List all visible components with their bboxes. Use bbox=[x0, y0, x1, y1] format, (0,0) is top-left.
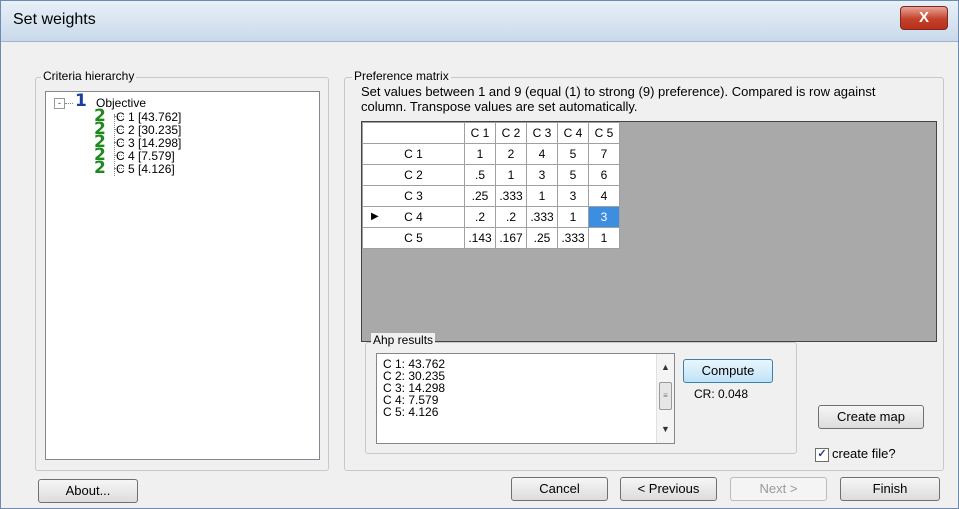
row-header-label: C 4 bbox=[404, 210, 423, 224]
matrix-cell[interactable]: 5 bbox=[557, 164, 589, 186]
matrix-cell[interactable]: 1 bbox=[464, 143, 496, 165]
scroll-up-icon[interactable]: ▲ bbox=[661, 362, 670, 372]
column-header-c4[interactable]: C 4 bbox=[557, 122, 589, 144]
matrix-cell[interactable]: 1 bbox=[588, 227, 620, 249]
create-file-checkbox[interactable]: ✓ bbox=[815, 448, 829, 462]
tree-connector bbox=[65, 103, 73, 104]
matrix-cell[interactable]: .333 bbox=[526, 206, 558, 228]
level-2-icon: 2 bbox=[94, 158, 106, 178]
matrix-cell[interactable]: 4 bbox=[526, 143, 558, 165]
row-header-c2[interactable]: C 2 bbox=[362, 164, 465, 186]
matrix-row-c4: ▶ C 4 .2 .2 .333 1 3 bbox=[362, 206, 620, 228]
matrix-cell[interactable]: 7 bbox=[588, 143, 620, 165]
current-row-icon: ▶ bbox=[371, 211, 379, 222]
matrix-cell[interactable]: .143 bbox=[464, 227, 496, 249]
column-header-c3[interactable]: C 3 bbox=[526, 122, 558, 144]
column-header-c5[interactable]: C 5 bbox=[588, 122, 620, 144]
matrix-cell[interactable]: .25 bbox=[464, 185, 496, 207]
matrix-cell[interactable]: .167 bbox=[495, 227, 527, 249]
matrix-cell-selected[interactable]: 3 bbox=[588, 206, 620, 228]
create-file-label: create file? bbox=[832, 446, 896, 461]
preference-description: Set values between 1 and 9 (equal (1) to… bbox=[361, 84, 876, 114]
matrix-cell[interactable]: .5 bbox=[464, 164, 496, 186]
compute-button[interactable]: Compute bbox=[683, 359, 773, 383]
create-map-button[interactable]: Create map bbox=[818, 405, 924, 429]
tree-node-label: C 1 [43.762] bbox=[116, 110, 182, 124]
ahp-results-lines: C 1: 43.762 C 2: 30.235 C 3: 14.298 C 4:… bbox=[383, 358, 445, 418]
consistency-ratio: CR: 0.048 bbox=[694, 387, 749, 401]
row-header-c4[interactable]: ▶ C 4 bbox=[362, 206, 465, 228]
scroll-thumb[interactable]: ≡ bbox=[659, 382, 672, 410]
matrix-row-c3: C 3 .25 .333 1 3 4 bbox=[362, 185, 620, 207]
criteria-tree[interactable]: - 1 Objective 2 C 1 [43.762] 2 C 2 [30.2… bbox=[45, 91, 320, 460]
tree-node-label: C 3 [14.298] bbox=[116, 136, 182, 150]
column-header-c1[interactable]: C 1 bbox=[464, 122, 496, 144]
tree-node-label: C 2 [30.235] bbox=[116, 123, 182, 137]
cancel-button[interactable]: Cancel bbox=[511, 477, 608, 501]
set-weights-dialog: Set weights X Criteria hierarchy - 1 Obj… bbox=[0, 0, 959, 509]
matrix-cell[interactable]: 6 bbox=[588, 164, 620, 186]
matrix-cell[interactable]: 2 bbox=[495, 143, 527, 165]
matrix-cell[interactable]: .25 bbox=[526, 227, 558, 249]
matrix-row-c1: C 1 1 2 4 5 7 bbox=[362, 143, 620, 165]
next-button[interactable]: Next > bbox=[730, 477, 827, 501]
tree-node-label: C 5 [4.126] bbox=[116, 162, 175, 176]
tree-node-label: C 4 [7.579] bbox=[116, 149, 175, 163]
results-scrollbar[interactable]: ▲ ≡ ▼ bbox=[656, 354, 674, 443]
matrix-cell[interactable]: 1 bbox=[526, 185, 558, 207]
row-header-c3[interactable]: C 3 bbox=[362, 185, 465, 207]
row-header-c1[interactable]: C 1 bbox=[362, 143, 465, 165]
preference-matrix-grid[interactable]: C 1 C 2 C 3 C 4 C 5 C 1 1 2 4 5 7 C 2 .5… bbox=[361, 121, 937, 342]
previous-button[interactable]: < Previous bbox=[620, 477, 717, 501]
collapse-icon[interactable]: - bbox=[54, 98, 65, 109]
criteria-hierarchy-label: Criteria hierarchy bbox=[41, 69, 137, 83]
about-button[interactable]: About... bbox=[38, 479, 138, 503]
tree-connector bbox=[114, 114, 115, 176]
row-header-c5[interactable]: C 5 bbox=[362, 227, 465, 249]
close-button[interactable]: X bbox=[900, 6, 948, 30]
ahp-result-line: C 5: 4.126 bbox=[383, 405, 439, 419]
matrix-table: C 1 C 2 C 3 C 4 C 5 C 1 1 2 4 5 7 C 2 .5… bbox=[362, 122, 620, 249]
matrix-cell[interactable]: 1 bbox=[495, 164, 527, 186]
matrix-cell[interactable]: .2 bbox=[464, 206, 496, 228]
matrix-row-c2: C 2 .5 1 3 5 6 bbox=[362, 164, 620, 186]
matrix-cell[interactable]: 4 bbox=[588, 185, 620, 207]
matrix-cell[interactable]: 5 bbox=[557, 143, 589, 165]
preference-matrix-label: Preference matrix bbox=[352, 69, 451, 83]
matrix-cell[interactable]: 3 bbox=[557, 185, 589, 207]
matrix-cell[interactable]: .333 bbox=[557, 227, 589, 249]
finish-button[interactable]: Finish bbox=[840, 477, 940, 501]
window-title: Set weights bbox=[13, 11, 96, 28]
column-header-c2[interactable]: C 2 bbox=[495, 122, 527, 144]
matrix-cell[interactable]: .333 bbox=[495, 185, 527, 207]
ahp-results-textarea[interactable]: C 1: 43.762 C 2: 30.235 C 3: 14.298 C 4:… bbox=[376, 353, 675, 444]
matrix-header-row: C 1 C 2 C 3 C 4 C 5 bbox=[362, 122, 620, 144]
title-bar: Set weights X bbox=[1, 1, 958, 42]
matrix-cell[interactable]: 3 bbox=[526, 164, 558, 186]
matrix-corner bbox=[362, 122, 465, 144]
scroll-down-icon[interactable]: ▼ bbox=[661, 424, 670, 434]
level-1-icon: 1 bbox=[75, 91, 87, 111]
ahp-results-label: Ahp results bbox=[371, 333, 436, 347]
matrix-cell[interactable]: .2 bbox=[495, 206, 527, 228]
matrix-cell[interactable]: 1 bbox=[557, 206, 589, 228]
matrix-row-c5: C 5 .143 .167 .25 .333 1 bbox=[362, 227, 620, 249]
